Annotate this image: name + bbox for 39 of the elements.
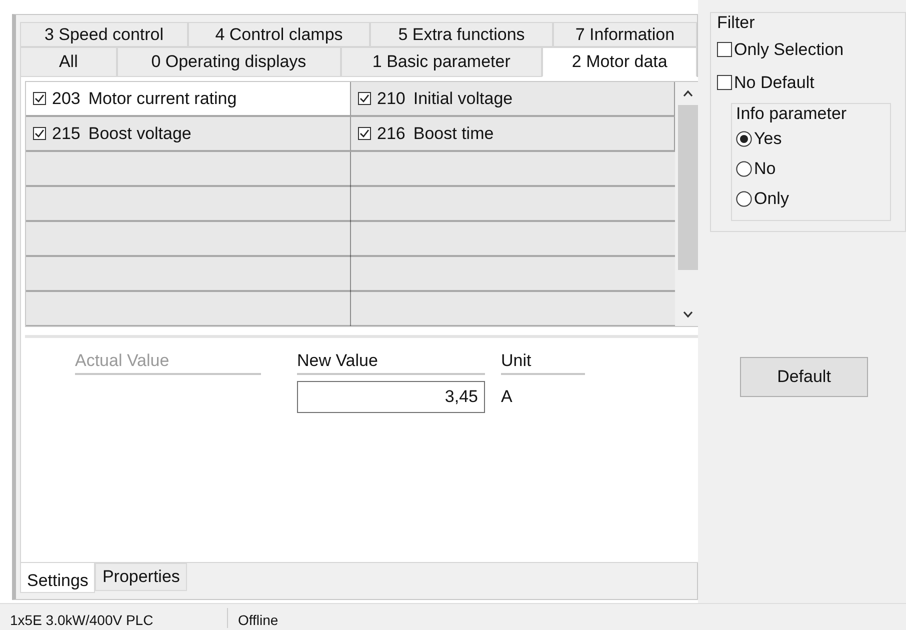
column-header: Unit	[501, 351, 585, 375]
group-title: Info parameter	[736, 104, 848, 124]
radio-button[interactable]: Yes	[736, 124, 890, 154]
parameter-number: 215	[52, 124, 80, 144]
parameter-name: Initial voltage	[413, 88, 513, 108]
tab[interactable]: All	[20, 47, 117, 77]
parameter-cell[interactable]: 210 Initial voltage	[351, 82, 675, 117]
parameter-name: Boost time	[413, 124, 494, 144]
status-text: Offline	[237, 610, 280, 628]
radio-button[interactable]: No	[736, 154, 890, 184]
radio-button[interactable]: Only	[736, 184, 890, 214]
new-value-field[interactable]: 3,45	[297, 381, 485, 413]
tab[interactable]: 0 Operating displays	[116, 47, 341, 77]
status-text: 1x5E 3.0kW/400V PLC	[0, 608, 228, 628]
column-header: New Value	[297, 351, 485, 375]
parameter-name: Boost voltage	[88, 124, 192, 144]
parameter-number: 216	[377, 124, 406, 144]
default-button[interactable]: Default	[740, 357, 868, 397]
tab[interactable]: 5 Extra functions	[370, 22, 553, 47]
parameter-cell[interactable]: 203 Motor current rating	[26, 82, 351, 117]
parameter-cell[interactable]: 215 Boost voltage	[26, 117, 351, 152]
unit-label: A	[501, 387, 514, 407]
group-title: Filter	[717, 13, 756, 33]
checkbox[interactable]: Only Selection	[717, 33, 905, 66]
tab[interactable]: 4 Control clamps	[188, 22, 370, 47]
parameter-cell[interactable]: 216 Boost time	[351, 117, 675, 152]
tab[interactable]: 7 Information	[553, 22, 697, 47]
tab[interactable]: 2 Motor data	[542, 47, 697, 77]
tab[interactable]: 1 Basic parameter	[340, 47, 542, 77]
tab[interactable]: Settings	[20, 563, 96, 593]
tab[interactable]: Properties	[95, 563, 187, 591]
checkbox[interactable]: No Default	[717, 66, 905, 99]
column-header: Actual Value	[75, 351, 261, 375]
tab[interactable]: 3 Speed control	[20, 22, 188, 47]
parameter-number: 203	[52, 88, 80, 108]
scroll-up-icon	[683, 90, 693, 97]
scroll-down-icon	[683, 311, 693, 318]
parameter-number: 210	[377, 88, 406, 108]
parameter-name: Motor current rating	[88, 88, 237, 108]
